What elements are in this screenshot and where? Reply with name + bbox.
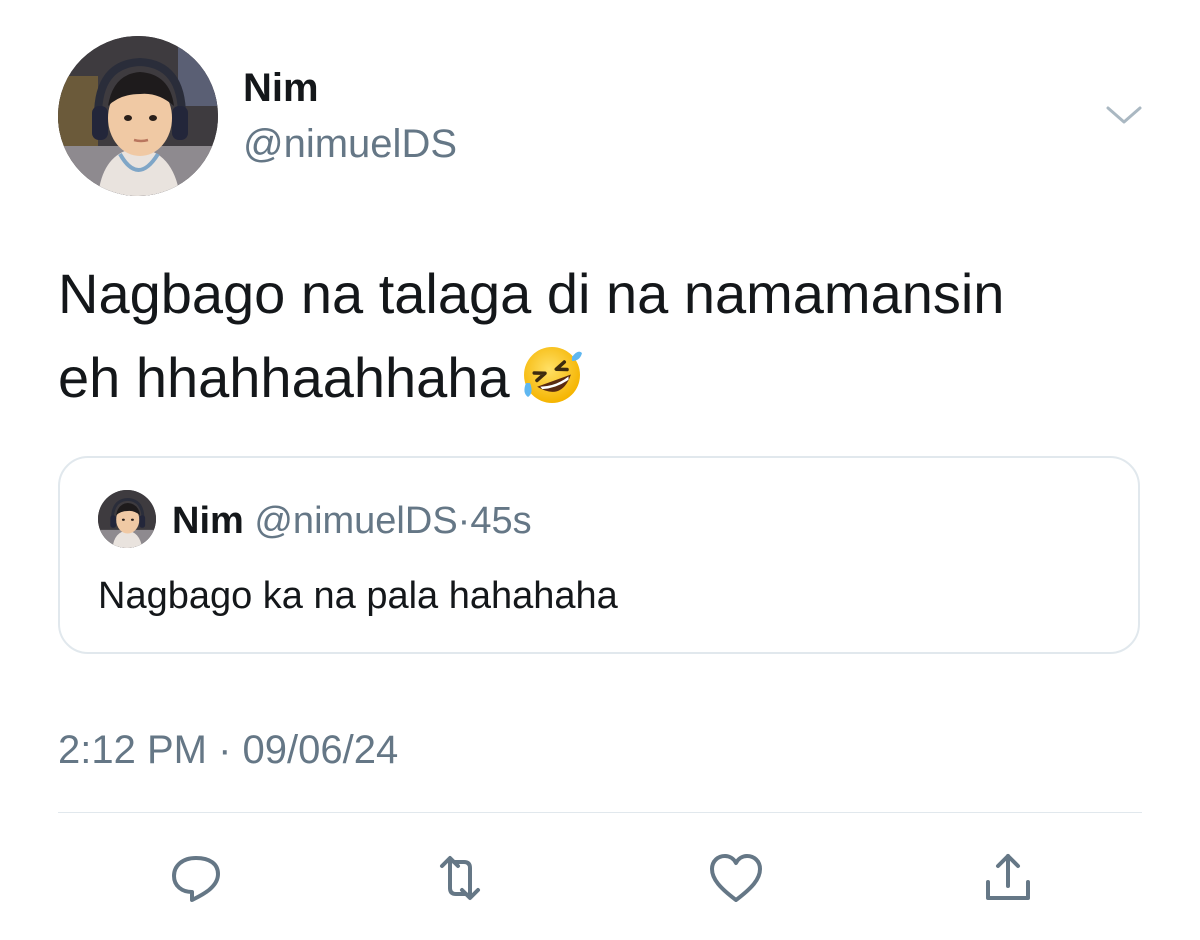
- author-name[interactable]: Nim: [243, 66, 319, 110]
- quoted-author-handle: @nimuelDS: [254, 500, 458, 542]
- reply-icon[interactable]: [166, 848, 226, 908]
- quoted-tweet-card[interactable]: [58, 456, 1140, 654]
- tweet-text-line: eh hhahhaahhaha: [58, 336, 1158, 420]
- quoted-author-avatar: [98, 490, 156, 548]
- quoted-separator: ·: [457, 500, 471, 542]
- divider: [58, 812, 1142, 813]
- retweet-icon[interactable]: [430, 848, 490, 908]
- like-icon[interactable]: [706, 848, 766, 908]
- tweet-timestamp[interactable]: 2:12 PM · 09/06/24: [58, 728, 398, 772]
- chevron-down-icon[interactable]: [1104, 100, 1144, 130]
- tweet-text: Nagbago na talaga di na namamansin eh hh…: [58, 252, 1158, 420]
- author-avatar[interactable]: [58, 36, 218, 196]
- quoted-author-name: Nim: [172, 500, 244, 542]
- tweet-text-fragment: eh hhahhaahhaha: [58, 346, 510, 409]
- quoted-tweet-header: Nim @nimuelDS·45s: [172, 500, 532, 542]
- tweet-text-line: Nagbago na talaga di na namamansin: [58, 262, 1005, 325]
- rolling-laughing-emoji-icon: [520, 343, 584, 407]
- author-handle[interactable]: @nimuelDS: [243, 122, 457, 166]
- share-icon[interactable]: [978, 848, 1038, 908]
- quoted-time-ago: 45s: [470, 500, 532, 542]
- quoted-tweet-text: Nagbago ka na pala hahahaha: [98, 575, 618, 617]
